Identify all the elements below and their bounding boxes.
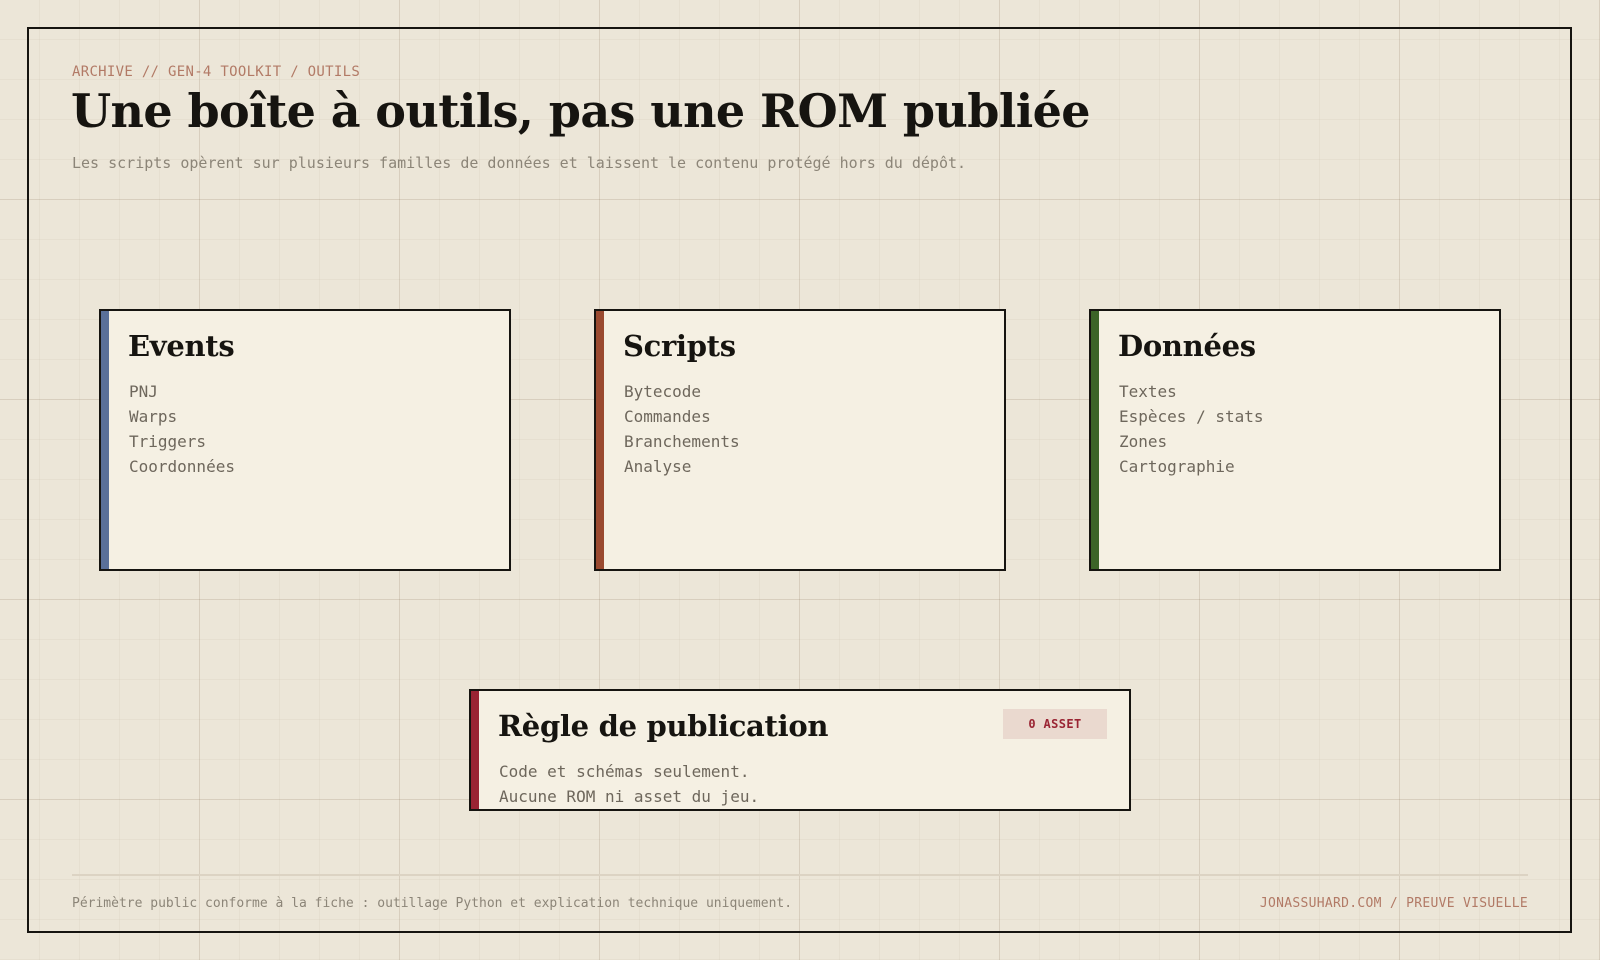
list-item: Textes: [1119, 382, 1177, 401]
card-title: Règle de publication: [498, 709, 829, 743]
list-item: Coordonnées: [129, 457, 235, 476]
list-item: Cartographie: [1119, 457, 1235, 476]
breadcrumb: ARCHIVE // GEN-4 TOOLKIT / OUTILS: [72, 64, 361, 80]
card-scripts: Scripts Bytecode Commandes Branchements …: [594, 309, 1006, 571]
list-item: Warps: [129, 407, 178, 426]
card-item-list: Textes Espèces / stats Zones Cartographi…: [1119, 379, 1264, 479]
page-title: Une boîte à outils, pas une ROM publiée: [71, 84, 1091, 138]
card-title: Events: [128, 329, 235, 363]
card-item-list: PNJ Warps Triggers Coordonnées: [129, 379, 235, 479]
footer-note: Périmètre public conforme à la fiche : o…: [72, 896, 793, 911]
list-item: Code et schémas seulement.: [499, 762, 750, 781]
list-item: Zones: [1119, 432, 1168, 451]
status-badge: 0 ASSET: [1003, 709, 1107, 739]
list-item: Espèces / stats: [1119, 407, 1264, 426]
list-item: Triggers: [129, 432, 207, 451]
card-title: Données: [1118, 329, 1256, 363]
footer-divider: [72, 874, 1528, 876]
page-subtitle: Les scripts opèrent sur plusieurs famill…: [72, 154, 967, 172]
list-item: Analyse: [624, 457, 692, 476]
list-item: Aucune ROM ni asset du jeu.: [499, 787, 760, 806]
rule-line-list: Code et schémas seulement. Aucune ROM ni…: [499, 759, 759, 809]
card-item-list: Bytecode Commandes Branchements Analyse: [624, 379, 740, 479]
card-accent-bar: [101, 311, 109, 569]
publication-rule-card: Règle de publication 0 ASSET Code et sch…: [469, 689, 1131, 811]
card-accent-bar: [1091, 311, 1099, 569]
list-item: Commandes: [624, 407, 711, 426]
card-accent-bar: [596, 311, 604, 569]
card-donnees: Données Textes Espèces / stats Zones Car…: [1089, 309, 1501, 571]
list-item: Branchements: [624, 432, 740, 451]
card-accent-bar: [471, 691, 479, 809]
list-item: PNJ: [129, 382, 158, 401]
list-item: Bytecode: [624, 382, 702, 401]
card-events: Events PNJ Warps Triggers Coordonnées: [99, 309, 511, 571]
card-title: Scripts: [623, 329, 736, 363]
footer-site-label: JONASSUHARD.COM / PREUVE VISUELLE: [1259, 896, 1528, 911]
